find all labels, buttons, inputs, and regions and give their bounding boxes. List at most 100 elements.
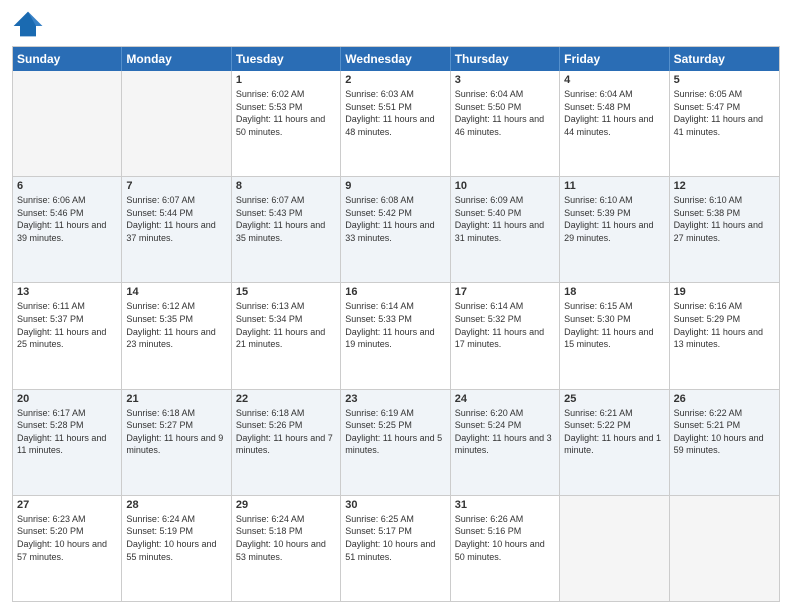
day-cell-14: 14 Sunrise: 6:12 AM Sunset: 5:35 PM Dayli…	[122, 283, 231, 388]
day-cell-10: 10 Sunrise: 6:09 AM Sunset: 5:40 PM Dayli…	[451, 177, 560, 282]
day-info: Sunrise: 6:20 AM Sunset: 5:24 PM Dayligh…	[455, 407, 555, 457]
day-number: 14	[126, 286, 226, 298]
day-cell-3: 3 Sunrise: 6:04 AM Sunset: 5:50 PM Daylig…	[451, 71, 560, 176]
day-cell-24: 24 Sunrise: 6:20 AM Sunset: 5:24 PM Dayli…	[451, 390, 560, 495]
day-info: Sunrise: 6:18 AM Sunset: 5:26 PM Dayligh…	[236, 407, 336, 457]
day-cell-30: 30 Sunrise: 6:25 AM Sunset: 5:17 PM Dayli…	[341, 496, 450, 601]
day-number: 22	[236, 393, 336, 405]
day-cell-11: 11 Sunrise: 6:10 AM Sunset: 5:39 PM Dayli…	[560, 177, 669, 282]
logo	[12, 10, 48, 38]
header-day-tuesday: Tuesday	[232, 47, 341, 71]
day-cell-8: 8Sunrise: 6:07 AM Sunset: 5:43 PM Daylig…	[232, 177, 341, 282]
day-cell-31: 31 Sunrise: 6:26 AM Sunset: 5:16 PM Dayli…	[451, 496, 560, 601]
day-cell-18: 18 Sunrise: 6:15 AM Sunset: 5:30 PM Dayli…	[560, 283, 669, 388]
day-cell-15: 15Sunrise: 6:13 AM Sunset: 5:34 PM Dayli…	[232, 283, 341, 388]
header-day-friday: Friday	[560, 47, 669, 71]
day-number: 25	[564, 393, 664, 405]
day-number: 29	[236, 499, 336, 511]
calendar-row-3: 13 Sunrise: 6:11 AM Sunset: 5:37 PM Dayli…	[13, 282, 779, 388]
day-info: Sunrise: 6:14 AM Sunset: 5:32 PM Dayligh…	[455, 300, 555, 350]
day-cell-27: 27Sunrise: 6:23 AM Sunset: 5:20 PM Dayli…	[13, 496, 122, 601]
day-info: Sunrise: 6:09 AM Sunset: 5:40 PM Dayligh…	[455, 194, 555, 244]
day-info: Sunrise: 6:18 AM Sunset: 5:27 PM Dayligh…	[126, 407, 226, 457]
day-number: 30	[345, 499, 445, 511]
day-info: Sunrise: 6:08 AM Sunset: 5:42 PM Dayligh…	[345, 194, 445, 244]
day-info: Sunrise: 6:25 AM Sunset: 5:17 PM Dayligh…	[345, 513, 445, 563]
day-number: 11	[564, 180, 664, 192]
day-cell-25: 25Sunrise: 6:21 AM Sunset: 5:22 PM Dayli…	[560, 390, 669, 495]
day-cell-19: 19 Sunrise: 6:16 AM Sunset: 5:29 PM Dayli…	[670, 283, 779, 388]
day-number: 13	[17, 286, 117, 298]
empty-cell	[670, 496, 779, 601]
day-number: 2	[345, 74, 445, 86]
day-cell-23: 23Sunrise: 6:19 AM Sunset: 5:25 PM Dayli…	[341, 390, 450, 495]
day-info: Sunrise: 6:16 AM Sunset: 5:29 PM Dayligh…	[674, 300, 775, 350]
logo-icon	[12, 10, 44, 38]
day-info: Sunrise: 6:24 AM Sunset: 5:19 PM Dayligh…	[126, 513, 226, 563]
header	[12, 10, 780, 38]
day-info: Sunrise: 6:26 AM Sunset: 5:16 PM Dayligh…	[455, 513, 555, 563]
day-info: Sunrise: 6:04 AM Sunset: 5:50 PM Dayligh…	[455, 88, 555, 138]
day-cell-2: 2 Sunrise: 6:03 AM Sunset: 5:51 PM Daylig…	[341, 71, 450, 176]
calendar-row-4: 20 Sunrise: 6:17 AM Sunset: 5:28 PM Dayli…	[13, 389, 779, 495]
header-day-saturday: Saturday	[670, 47, 779, 71]
day-info: Sunrise: 6:02 AM Sunset: 5:53 PM Dayligh…	[236, 88, 336, 138]
header-day-monday: Monday	[122, 47, 231, 71]
day-number: 3	[455, 74, 555, 86]
day-number: 7	[126, 180, 226, 192]
header-day-sunday: Sunday	[13, 47, 122, 71]
day-cell-4: 4Sunrise: 6:04 AM Sunset: 5:48 PM Daylig…	[560, 71, 669, 176]
day-number: 5	[674, 74, 775, 86]
day-cell-17: 17 Sunrise: 6:14 AM Sunset: 5:32 PM Dayli…	[451, 283, 560, 388]
day-cell-16: 16Sunrise: 6:14 AM Sunset: 5:33 PM Dayli…	[341, 283, 450, 388]
day-cell-20: 20 Sunrise: 6:17 AM Sunset: 5:28 PM Dayli…	[13, 390, 122, 495]
day-number: 20	[17, 393, 117, 405]
day-number: 21	[126, 393, 226, 405]
day-info: Sunrise: 6:03 AM Sunset: 5:51 PM Dayligh…	[345, 88, 445, 138]
day-number: 28	[126, 499, 226, 511]
day-info: Sunrise: 6:04 AM Sunset: 5:48 PM Dayligh…	[564, 88, 664, 138]
day-info: Sunrise: 6:17 AM Sunset: 5:28 PM Dayligh…	[17, 407, 117, 457]
day-info: Sunrise: 6:06 AM Sunset: 5:46 PM Dayligh…	[17, 194, 117, 244]
day-cell-1: 1 Sunrise: 6:02 AM Sunset: 5:53 PM Daylig…	[232, 71, 341, 176]
day-number: 9	[345, 180, 445, 192]
day-number: 1	[236, 74, 336, 86]
calendar: SundayMondayTuesdayWednesdayThursdayFrid…	[12, 46, 780, 602]
day-cell-26: 26Sunrise: 6:22 AM Sunset: 5:21 PM Dayli…	[670, 390, 779, 495]
day-info: Sunrise: 6:07 AM Sunset: 5:44 PM Dayligh…	[126, 194, 226, 244]
day-number: 18	[564, 286, 664, 298]
day-cell-13: 13 Sunrise: 6:11 AM Sunset: 5:37 PM Dayli…	[13, 283, 122, 388]
empty-cell	[122, 71, 231, 176]
calendar-header: SundayMondayTuesdayWednesdayThursdayFrid…	[13, 47, 779, 71]
day-number: 16	[345, 286, 445, 298]
header-day-wednesday: Wednesday	[341, 47, 450, 71]
day-number: 24	[455, 393, 555, 405]
day-number: 10	[455, 180, 555, 192]
day-info: Sunrise: 6:15 AM Sunset: 5:30 PM Dayligh…	[564, 300, 664, 350]
calendar-row-5: 27Sunrise: 6:23 AM Sunset: 5:20 PM Dayli…	[13, 495, 779, 601]
day-cell-9: 9 Sunrise: 6:08 AM Sunset: 5:42 PM Daylig…	[341, 177, 450, 282]
calendar-body: 1 Sunrise: 6:02 AM Sunset: 5:53 PM Daylig…	[13, 71, 779, 601]
day-number: 27	[17, 499, 117, 511]
day-info: Sunrise: 6:12 AM Sunset: 5:35 PM Dayligh…	[126, 300, 226, 350]
day-cell-21: 21 Sunrise: 6:18 AM Sunset: 5:27 PM Dayli…	[122, 390, 231, 495]
day-cell-6: 6Sunrise: 6:06 AM Sunset: 5:46 PM Daylig…	[13, 177, 122, 282]
empty-cell	[13, 71, 122, 176]
day-cell-29: 29Sunrise: 6:24 AM Sunset: 5:18 PM Dayli…	[232, 496, 341, 601]
day-number: 17	[455, 286, 555, 298]
day-number: 19	[674, 286, 775, 298]
calendar-row-1: 1 Sunrise: 6:02 AM Sunset: 5:53 PM Daylig…	[13, 71, 779, 176]
day-info: Sunrise: 6:11 AM Sunset: 5:37 PM Dayligh…	[17, 300, 117, 350]
empty-cell	[560, 496, 669, 601]
day-cell-28: 28 Sunrise: 6:24 AM Sunset: 5:19 PM Dayli…	[122, 496, 231, 601]
day-info: Sunrise: 6:07 AM Sunset: 5:43 PM Dayligh…	[236, 194, 336, 244]
day-info: Sunrise: 6:05 AM Sunset: 5:47 PM Dayligh…	[674, 88, 775, 138]
header-day-thursday: Thursday	[451, 47, 560, 71]
calendar-row-2: 6Sunrise: 6:06 AM Sunset: 5:46 PM Daylig…	[13, 176, 779, 282]
day-number: 23	[345, 393, 445, 405]
day-info: Sunrise: 6:22 AM Sunset: 5:21 PM Dayligh…	[674, 407, 775, 457]
day-number: 12	[674, 180, 775, 192]
calendar-container: SundayMondayTuesdayWednesdayThursdayFrid…	[0, 0, 792, 612]
day-number: 31	[455, 499, 555, 511]
day-info: Sunrise: 6:10 AM Sunset: 5:39 PM Dayligh…	[564, 194, 664, 244]
